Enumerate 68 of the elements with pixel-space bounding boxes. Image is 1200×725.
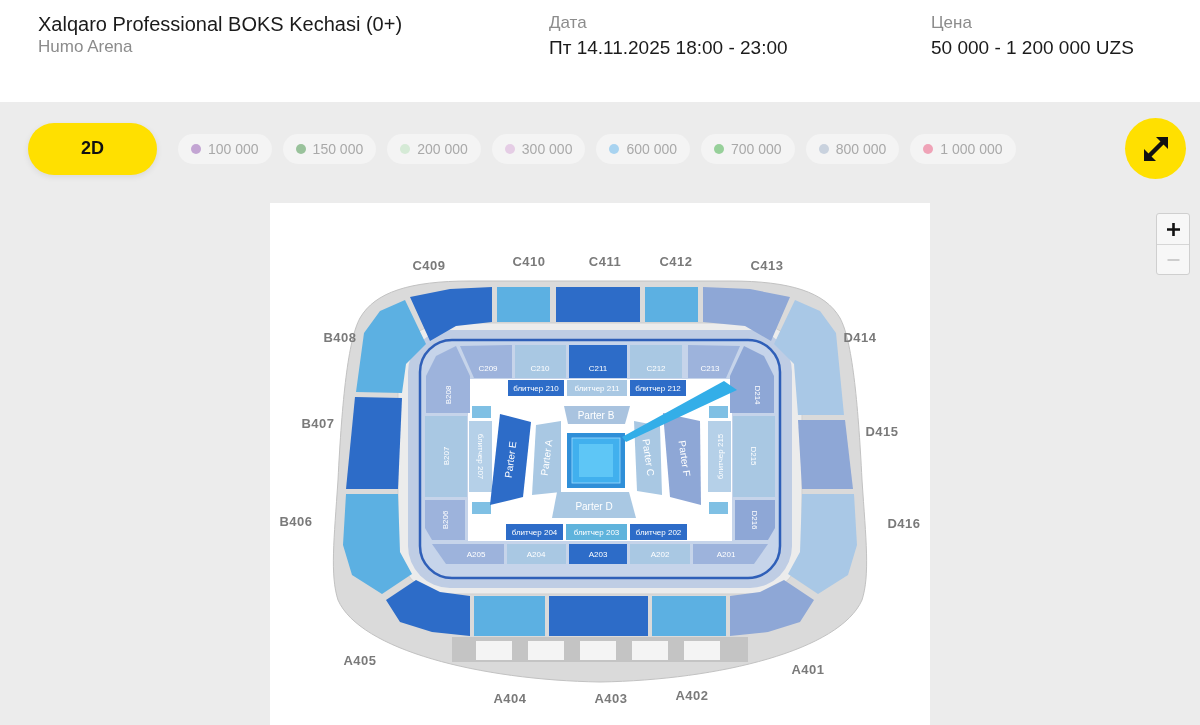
seat-section[interactable] bbox=[356, 300, 426, 393]
expand-icon bbox=[1143, 136, 1168, 161]
price-filter-chip[interactable]: 800 000 bbox=[805, 133, 900, 164]
seat-section[interactable] bbox=[386, 580, 470, 636]
section-label: D416 bbox=[887, 516, 921, 531]
section-label: C211 bbox=[588, 364, 608, 373]
seat-section[interactable] bbox=[410, 287, 492, 341]
section-label: D415 bbox=[865, 424, 899, 439]
seat-section[interactable] bbox=[630, 380, 686, 396]
venue-name: Humo Arena bbox=[38, 36, 133, 58]
section-label: блитчер 202 bbox=[635, 528, 682, 537]
fullscreen-button[interactable] bbox=[1125, 118, 1186, 179]
section-label: блитчер 210 bbox=[513, 384, 559, 393]
section-label: блитчер 204 bbox=[511, 528, 558, 537]
seat-section[interactable] bbox=[508, 380, 564, 396]
section-label: A401 bbox=[791, 662, 825, 677]
section-label: A205 bbox=[466, 550, 486, 559]
seat-section[interactable] bbox=[774, 300, 844, 415]
seat-section[interactable] bbox=[346, 397, 402, 489]
section-label: D214 bbox=[753, 385, 762, 405]
info-label: Цена bbox=[931, 12, 972, 34]
view-mode-button[interactable]: 2D bbox=[28, 122, 157, 175]
section-label: B207 bbox=[442, 446, 451, 466]
section-label: C212 bbox=[646, 364, 666, 373]
section-label: B407 bbox=[301, 416, 335, 431]
section-label: A405 bbox=[343, 653, 377, 668]
seat-section[interactable] bbox=[630, 524, 687, 540]
seat-section[interactable] bbox=[506, 524, 563, 540]
section-label: A403 bbox=[594, 691, 628, 706]
seat-section[interactable] bbox=[569, 544, 627, 564]
section-label: C412 bbox=[659, 254, 693, 269]
info-label: Дата bbox=[549, 12, 587, 34]
price-filter-chip[interactable]: 700 000 bbox=[701, 133, 795, 164]
section-label: D215 bbox=[749, 446, 758, 466]
section-label: D216 bbox=[750, 510, 759, 530]
section-label: A404 bbox=[493, 691, 527, 706]
section-label: B408 bbox=[323, 330, 357, 345]
section-label: A203 bbox=[588, 550, 608, 559]
price-filter-chip[interactable]: 300 000 bbox=[491, 133, 586, 164]
price-filter-chip[interactable]: 600 000 bbox=[596, 133, 691, 164]
section-label: C209 bbox=[478, 364, 498, 373]
section-label: C213 bbox=[700, 364, 720, 373]
section-label: C409 bbox=[412, 258, 446, 273]
section-label: C413 bbox=[750, 258, 784, 273]
price-filter-chip[interactable]: 150 000 bbox=[282, 133, 377, 164]
price-filter-chip[interactable]: 1 000 000 bbox=[910, 133, 1016, 164]
info-value: Пт 14.11.2025 18:00 - 23:00 bbox=[549, 36, 788, 60]
section-label: блитчер 211 bbox=[574, 384, 620, 393]
section-label: A201 bbox=[716, 550, 736, 559]
event-title: Xalqaro Professional BOKS Kechasi (0+) bbox=[38, 12, 403, 36]
section-label: C410 bbox=[512, 254, 546, 269]
section-label: A402 bbox=[675, 688, 709, 703]
section-label: A202 bbox=[650, 550, 670, 559]
info-value: 50 000 - 1 200 000 UZS bbox=[931, 36, 1134, 60]
section-label: B406 bbox=[279, 514, 313, 529]
section-label: D414 bbox=[843, 330, 877, 345]
price-filter-chip[interactable]: 200 000 bbox=[387, 133, 481, 164]
price-filter-chip[interactable]: 100 000 bbox=[178, 133, 272, 164]
seat-section[interactable] bbox=[703, 287, 790, 341]
section-label: C210 bbox=[530, 364, 550, 373]
plus-icon bbox=[1166, 222, 1180, 236]
section-label: B206 bbox=[441, 510, 450, 530]
minus-icon bbox=[1166, 258, 1180, 261]
section-label: B208 bbox=[444, 385, 453, 405]
section-label: блитчер 203 bbox=[573, 528, 620, 537]
section-label: C411 bbox=[588, 254, 622, 269]
section-label: блитчер 212 bbox=[635, 384, 681, 393]
section-label: A204 bbox=[526, 550, 546, 559]
